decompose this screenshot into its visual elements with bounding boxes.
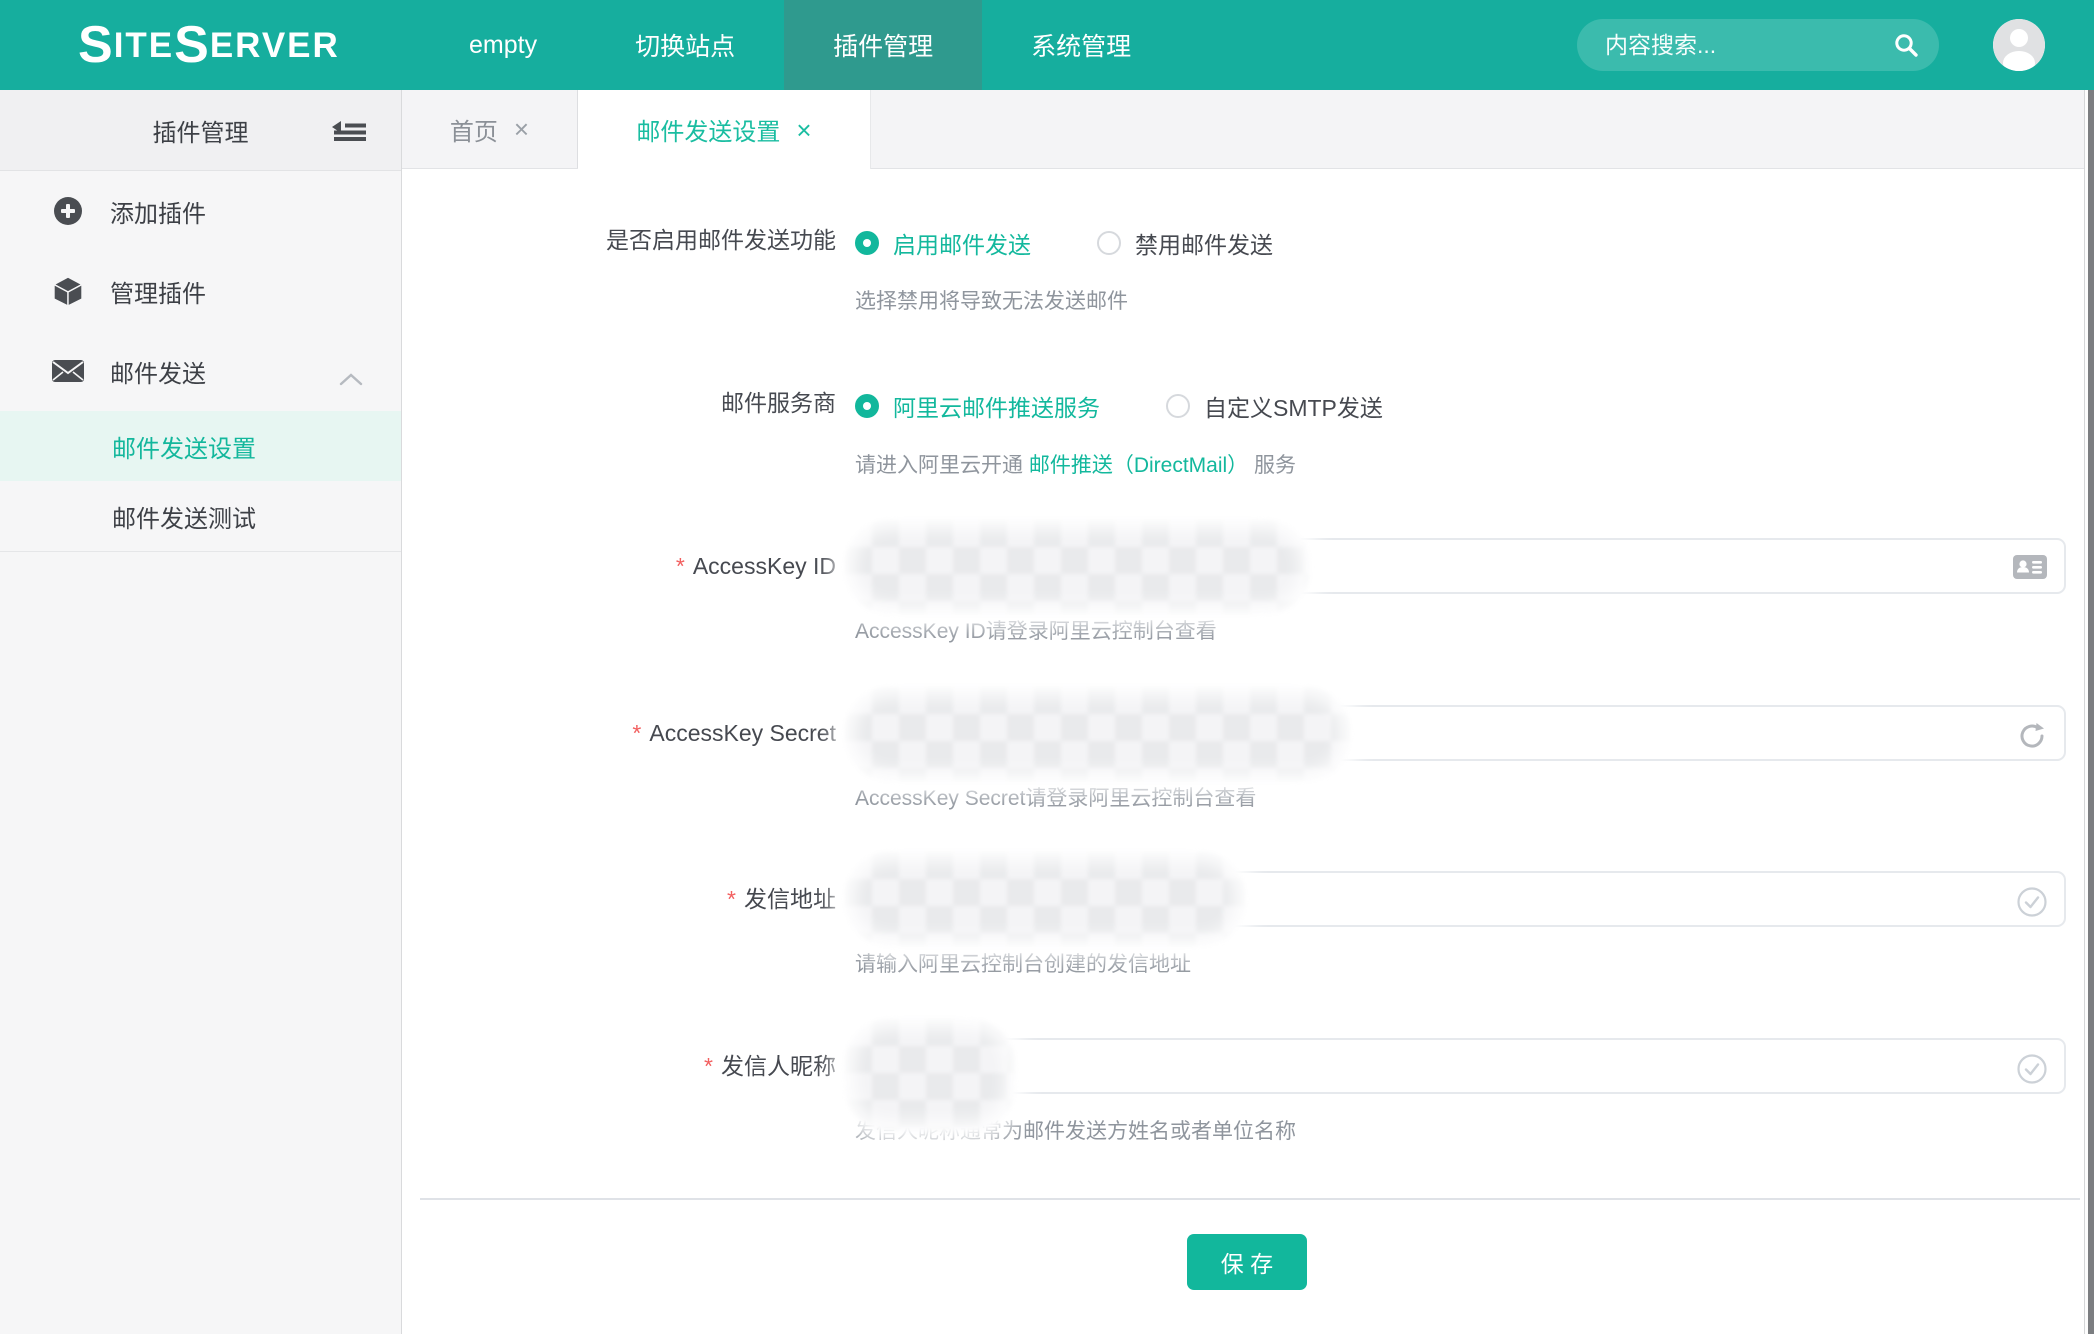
logo-text: S	[78, 19, 114, 71]
save-button[interactable]: 保 存	[1187, 1234, 1307, 1290]
field-label-provider: 邮件服务商	[420, 387, 836, 419]
tab-mail-send-settings[interactable]: 邮件发送设置 ×	[578, 90, 871, 169]
plus-circle-icon	[50, 195, 86, 227]
radio-label-smtp[interactable]: 自定义SMTP发送	[1204, 389, 1383, 423]
page-scrollbar	[2084, 90, 2094, 1334]
top-navbar: SITESERVER empty 切换站点 插件管理 系统管理	[0, 0, 2094, 90]
radio-disable-mail[interactable]	[1097, 231, 1121, 255]
content-search-box	[1577, 19, 1939, 71]
help-accesskey-id: AccessKey ID请登录阿里云控制台查看	[855, 617, 1217, 647]
help-sender-address: 请输入阿里云控制台创建的发信地址	[855, 950, 1191, 980]
field-label-sender-nickname: *发信人昵称	[420, 1050, 836, 1082]
radio-aliyun[interactable]	[855, 394, 879, 418]
scrollbar-thumb[interactable]	[2088, 90, 2094, 1334]
directmail-link[interactable]: 邮件推送（DirectMail）	[1029, 454, 1248, 477]
sidebar-item-label: 邮件发送	[110, 354, 206, 389]
tab-bar: 首页 × 邮件发送设置 ×	[402, 90, 2094, 169]
cube-icon	[50, 275, 86, 307]
enable-radio-group: 启用邮件发送 禁用邮件发送	[855, 226, 1273, 260]
refresh-icon[interactable]	[2016, 720, 2048, 757]
sender-nickname-field	[855, 1038, 2066, 1094]
nav-item-switch-site[interactable]: 切换站点	[586, 0, 784, 90]
field-label-sender-address: *发信地址	[420, 883, 836, 915]
nav-item-plugin-management[interactable]: 插件管理	[784, 0, 982, 90]
mail-send-settings-form: 是否启用邮件发送功能 启用邮件发送 禁用邮件发送 选择禁用将导致无法发送邮件 邮…	[402, 168, 2094, 1334]
sidebar-item-add-plugin[interactable]: 添加插件	[0, 171, 401, 251]
redaction-blur	[845, 687, 1350, 781]
tab-label: 邮件发送设置	[636, 112, 780, 147]
radio-label-aliyun[interactable]: 阿里云邮件推送服务	[893, 389, 1100, 423]
radio-label-enable[interactable]: 启用邮件发送	[893, 226, 1031, 260]
radio-enable-mail[interactable]	[855, 231, 879, 255]
radio-label-disable[interactable]: 禁用邮件发送	[1135, 226, 1273, 260]
field-label-accesskey-id: *AccessKey ID	[420, 550, 836, 582]
chevron-up-icon[interactable]	[339, 365, 363, 393]
sidebar-header: 插件管理	[0, 90, 401, 171]
sidebar-item-manage-plugin[interactable]: 管理插件	[0, 251, 401, 331]
redaction-blur	[845, 852, 1245, 946]
redaction-blur	[845, 1019, 1015, 1131]
help-accesskey-secret: AccessKey Secret请登录阿里云控制台查看	[855, 784, 1256, 814]
close-icon[interactable]: ×	[514, 116, 529, 142]
user-avatar-icon[interactable]	[1993, 19, 2045, 71]
sidebar: 插件管理 添加插件 管理插件 邮件发送 邮	[0, 90, 402, 1334]
sidebar-submenu: 邮件发送设置 邮件发送测试	[0, 411, 401, 552]
check-circle-icon	[2016, 886, 2048, 923]
radio-smtp[interactable]	[1166, 394, 1190, 418]
sidebar-item-mail-send[interactable]: 邮件发送	[0, 331, 401, 411]
id-card-icon	[2012, 553, 2048, 586]
sender-nickname-input[interactable]	[857, 1040, 2064, 1092]
sidebar-subitem-mail-send-test[interactable]: 邮件发送测试	[0, 481, 401, 551]
check-circle-icon	[2016, 1053, 2048, 1090]
siteserver-logo[interactable]: SITESERVER	[78, 0, 340, 90]
search-icon[interactable]	[1893, 32, 1919, 63]
close-icon[interactable]: ×	[796, 117, 811, 143]
envelope-icon	[50, 359, 86, 383]
tab-label: 首页	[450, 112, 498, 147]
provider-radio-group: 阿里云邮件推送服务 自定义SMTP发送	[855, 389, 1383, 423]
tab-home[interactable]: 首页 ×	[402, 90, 578, 168]
search-input[interactable]	[1577, 19, 1885, 71]
sidebar-item-label: 管理插件	[110, 274, 206, 309]
sidebar-item-label: 添加插件	[110, 194, 206, 229]
menu-fold-icon[interactable]	[331, 119, 367, 146]
field-label-accesskey-secret: *AccessKey Secret	[420, 717, 836, 749]
nav-item-system-management[interactable]: 系统管理	[982, 0, 1180, 90]
help-enable: 选择禁用将导致无法发送邮件	[855, 287, 1128, 317]
siteserver-admin-page: SITESERVER empty 切换站点 插件管理 系统管理 插件管理	[0, 0, 2094, 1334]
sidebar-subitem-mail-send-settings[interactable]: 邮件发送设置	[0, 411, 401, 481]
redaction-blur	[845, 520, 1310, 614]
form-divider	[420, 1198, 2080, 1200]
nav-item-empty[interactable]: empty	[420, 0, 586, 90]
top-nav-menu: empty 切换站点 插件管理 系统管理	[420, 0, 1180, 90]
help-provider: 请进入阿里云开通 邮件推送（DirectMail） 服务	[855, 451, 1296, 481]
field-label-enable: 是否启用邮件发送功能	[420, 224, 836, 256]
